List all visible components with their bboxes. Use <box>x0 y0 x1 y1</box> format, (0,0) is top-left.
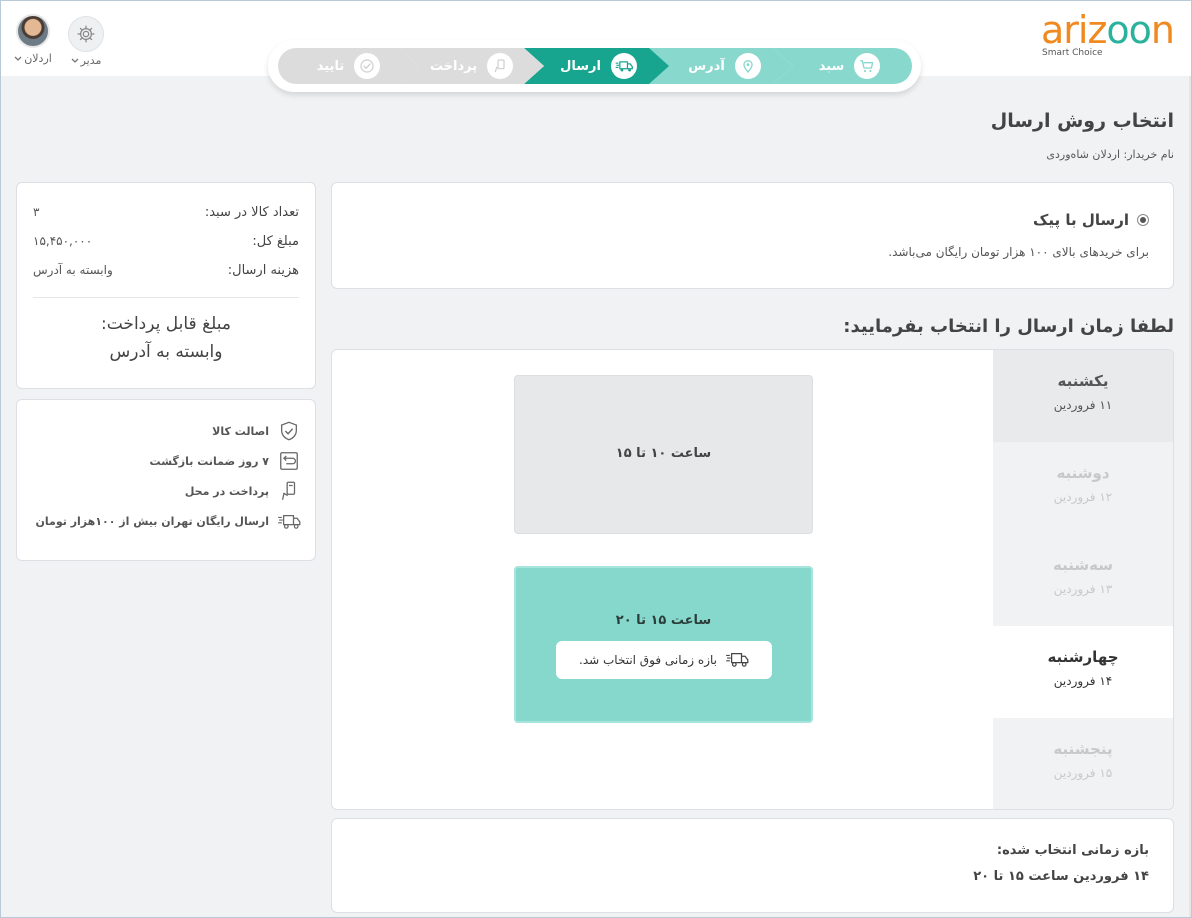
day-tab-active[interactable]: چهارشنبه ۱۴ فروردین <box>993 626 1173 718</box>
feature-item: پرداخت در محل <box>185 479 301 503</box>
selected-range-label: بازه زمانی انتخاب شده: <box>996 843 1149 858</box>
step-confirm[interactable]: تایید <box>278 48 419 84</box>
logo-wordmark: arizoon <box>1040 8 1175 52</box>
slot-selected-badge: بازه زمانی فوق انتخاب شد. <box>556 641 772 679</box>
buyer-name: نام خریدار: اردلان شاه‌وردی <box>1046 148 1174 161</box>
truck-icon <box>610 53 637 79</box>
user-menu[interactable]: اردلان <box>12 14 54 65</box>
summary-value: وابسته به آدرس <box>33 263 113 277</box>
day-name: پنجشنبه <box>1053 740 1113 758</box>
schedule-title: لطفا زمان ارسال را انتخاب بفرمایید: <box>843 316 1174 337</box>
day-date: ۱۱ فروردین <box>1053 398 1113 412</box>
logo-subtitle: Smart Choice <box>1042 48 1103 58</box>
day-date: ۱۴ فروردین <box>1053 674 1113 688</box>
summary-label: تعداد کالا در سبد: <box>204 205 299 220</box>
slot-label: ساعت ۱۵ تا ۲۰ <box>615 613 712 628</box>
summary-row-items: تعداد کالا در سبد: ۳ <box>33 205 299 220</box>
summary-row-total: مبلغ کل: ۱۵,۴۵۰,۰۰۰ <box>33 234 299 249</box>
logo[interactable]: arizoon Smart Choice <box>1040 8 1176 62</box>
hand-card-icon <box>277 479 301 503</box>
schedule-card: یکشنبه ۱۱ فروردین دوشنبه ۱۲ فروردین سه‌ش… <box>331 349 1174 810</box>
selected-range-value: ۱۴ فروردین ساعت ۱۵ تا ۲۰ <box>973 869 1149 884</box>
order-summary-card: تعداد کالا در سبد: ۳ مبلغ کل: ۱۵,۴۵۰,۰۰۰… <box>16 182 316 389</box>
feature-item: اصالت کالا <box>212 419 301 443</box>
time-slot-selected[interactable]: ساعت ۱۵ تا ۲۰ بازه زمانی فوق انتخاب شد. <box>514 566 813 723</box>
day-tab[interactable]: پنجشنبه ۱۵ فروردین <box>993 718 1173 809</box>
slot-label: ساعت ۱۰ تا ۱۵ <box>615 446 712 461</box>
day-name: یکشنبه <box>1057 372 1109 390</box>
step-label: آدرس <box>688 58 725 74</box>
summary-row-shipping: هزینه ارسال: وابسته به آدرس <box>33 263 299 278</box>
feature-label: اصالت کالا <box>212 424 269 438</box>
day-list: یکشنبه ۱۱ فروردین دوشنبه ۱۲ فروردین سه‌ش… <box>993 350 1173 809</box>
feature-label: ۷ روز ضمانت بازگشت <box>149 454 269 468</box>
day-name: دوشنبه <box>1056 464 1110 482</box>
chevron-down-icon <box>71 54 79 67</box>
day-name: چهارشنبه <box>1047 648 1119 666</box>
cart-icon <box>854 53 881 79</box>
method-radio[interactable] <box>1137 214 1149 226</box>
gear-icon[interactable] <box>68 16 104 52</box>
features-card: اصالت کالا ۷ روز ضمانت بازگشت پرداخت در … <box>16 399 316 561</box>
step-label: سبد <box>818 58 845 74</box>
step-cart[interactable]: سبد <box>773 48 912 84</box>
user-name: اردلان <box>24 52 52 65</box>
step-payment[interactable]: پرداخت <box>399 48 544 84</box>
feature-label: پرداخت در محل <box>184 484 269 498</box>
summary-label: هزینه ارسال: <box>227 263 299 278</box>
payable-label: مبلغ قابل پرداخت: <box>101 314 231 334</box>
shipping-method-card[interactable]: ارسال با پیک برای خریدهای بالای ۱۰۰ هزار… <box>331 182 1174 289</box>
page-title: انتخاب روش ارسال <box>990 110 1174 132</box>
chevron-down-icon <box>14 52 22 65</box>
day-tab[interactable]: سه‌شنبه ۱۳ فروردین <box>993 534 1173 626</box>
time-slot[interactable]: ساعت ۱۰ تا ۱۵ <box>514 375 813 534</box>
day-tab[interactable]: دوشنبه ۱۲ فروردین <box>993 442 1173 534</box>
method-title: ارسال با پیک <box>1033 211 1129 229</box>
summary-value: ۱۵,۴۵۰,۰۰۰ <box>33 234 93 248</box>
step-label: تایید <box>316 58 345 74</box>
truck-icon <box>725 650 749 671</box>
truck-icon <box>277 509 301 533</box>
shield-check-icon <box>277 419 301 443</box>
day-date: ۱۵ فروردین <box>1053 766 1113 780</box>
method-description: برای خریدهای بالای ۱۰۰ هزار تومان رایگان… <box>888 245 1149 259</box>
summary-value: ۳ <box>33 205 40 219</box>
day-date: ۱۳ فروردین <box>1053 582 1113 596</box>
payable-value: وابسته به آدرس <box>109 342 223 362</box>
hand-card-icon <box>487 53 514 79</box>
step-label: ارسال <box>560 58 601 74</box>
selected-range-card: بازه زمانی انتخاب شده: ۱۴ فروردین ساعت ۱… <box>331 818 1174 913</box>
check-badge-icon <box>354 53 381 79</box>
day-name: سه‌شنبه <box>1053 556 1113 574</box>
step-address[interactable]: آدرس <box>648 48 793 84</box>
day-date: ۱۲ فروردین <box>1053 490 1113 504</box>
user-role: مدیر <box>80 54 102 67</box>
avatar <box>16 14 50 48</box>
step-label: پرداخت <box>429 58 478 74</box>
divider <box>33 297 299 298</box>
map-pin-icon <box>734 53 761 79</box>
summary-label: مبلغ کل: <box>252 234 299 249</box>
day-tab[interactable]: یکشنبه ۱۱ فروردین <box>993 350 1173 442</box>
feature-item: ارسال رایگان تهران بیش از ۱۰۰هزار تومان <box>36 509 301 533</box>
return-box-icon <box>277 449 301 473</box>
step-shipping[interactable]: ارسال <box>524 48 669 84</box>
settings-menu[interactable]: مدیر <box>66 16 106 67</box>
slot-badge-text: بازه زمانی فوق انتخاب شد. <box>579 653 717 667</box>
feature-label: ارسال رایگان تهران بیش از ۱۰۰هزار تومان <box>35 514 269 528</box>
feature-item: ۷ روز ضمانت بازگشت <box>150 449 301 473</box>
